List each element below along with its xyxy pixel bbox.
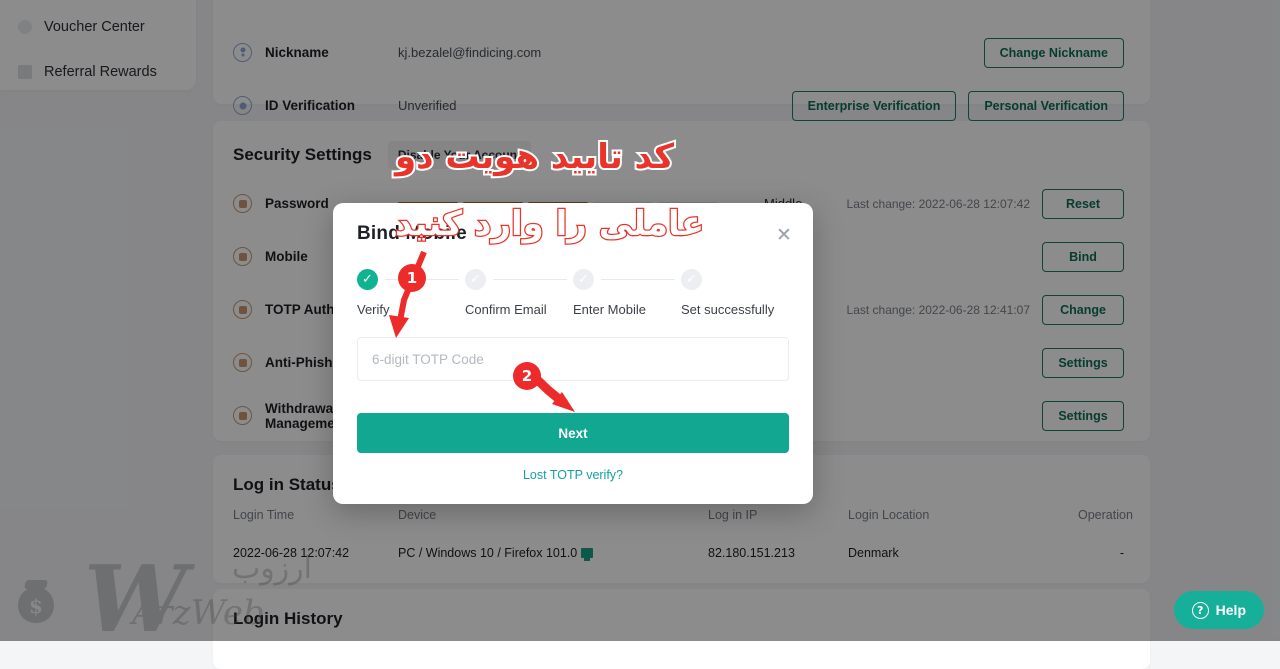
close-icon[interactable]: ✕: [773, 225, 795, 247]
help-button[interactable]: ? Help: [1174, 591, 1264, 629]
step-set-successfully: ✓ Set successfully: [681, 269, 789, 317]
step-label: Confirm Email: [465, 302, 573, 317]
step-connector: [385, 279, 459, 280]
next-button[interactable]: Next: [357, 413, 789, 453]
check-icon: ✓: [573, 269, 594, 290]
check-icon: ✓: [357, 269, 378, 290]
lost-totp-verify-link[interactable]: Lost TOTP verify?: [357, 468, 789, 482]
totp-code-input[interactable]: [357, 337, 789, 381]
stepper: ✓ Verify ✓ Confirm Email ✓ Enter Mobile …: [357, 269, 789, 317]
step-connector: [493, 279, 567, 280]
step-confirm-email: ✓ Confirm Email: [465, 269, 573, 317]
help-label: Help: [1216, 602, 1246, 618]
step-label: Verify: [357, 302, 465, 317]
step-enter-mobile: ✓ Enter Mobile: [573, 269, 681, 317]
check-icon: ✓: [465, 269, 486, 290]
check-icon: ✓: [681, 269, 702, 290]
step-label: Enter Mobile: [573, 302, 681, 317]
bind-mobile-modal: Bind Mobile ✕ ✓ Verify ✓ Confirm Email ✓…: [333, 203, 813, 504]
modal-title: Bind Mobile: [357, 223, 789, 245]
step-verify: ✓ Verify: [357, 269, 465, 317]
step-label: Set successfully: [681, 302, 789, 317]
step-connector: [601, 279, 675, 280]
question-mark-icon: ?: [1192, 602, 1209, 619]
